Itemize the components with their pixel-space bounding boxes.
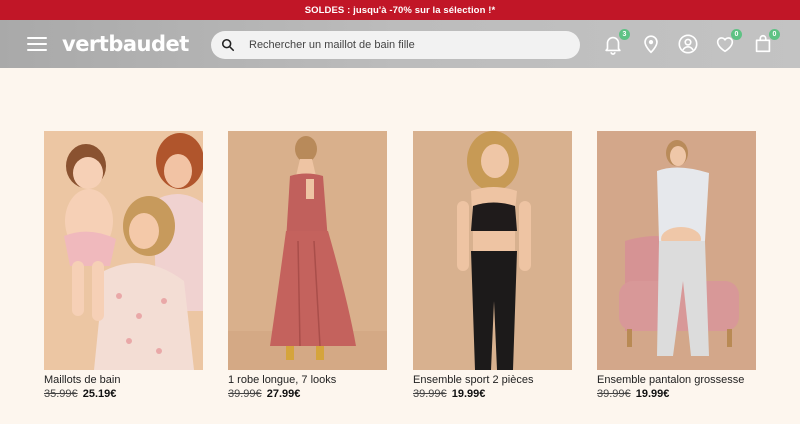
old-price: 35.99€ [44,388,78,400]
product-image[interactable] [44,131,203,370]
search-input[interactable] [249,39,549,51]
notifications-button[interactable]: 3 [602,29,630,55]
product-name[interactable]: Ensemble sport 2 pièces [413,374,572,386]
sale-price: 27.99€ [266,388,301,400]
cart-badge: 0 [769,29,780,40]
notifications-badge: 3 [619,29,630,40]
account-button[interactable] [677,33,699,55]
sale-price: 19.99€ [451,388,486,400]
product-image[interactable] [597,131,756,370]
product-image[interactable] [228,131,387,370]
product-price: 35.99€ 25.19€ [44,388,203,400]
product-price: 39.99€ 19.99€ [413,388,572,400]
old-price: 39.99€ [228,388,262,400]
product-price: 39.99€ 19.99€ [597,388,756,400]
sale-price: 25.19€ [82,388,117,400]
menu-icon[interactable] [27,37,47,51]
old-price: 39.99€ [413,388,447,400]
search-bar[interactable] [211,31,580,59]
store-locator-button[interactable] [640,33,662,55]
sale-price: 19.99€ [635,388,670,400]
user-icon [678,34,698,54]
old-price: 39.99€ [597,388,631,400]
product-image[interactable] [413,131,572,370]
product-card[interactable]: Ensemble pantalon grossesse 39.99€ 19.99… [597,131,756,400]
product-card[interactable]: Maillots de bain 35.99€ 25.19€ [44,131,203,400]
promo-banner[interactable]: SOLDES : jusqu'à -70% sur la sélection !… [0,0,800,20]
promo-text: SOLDES : jusqu'à -70% sur la sélection !… [304,4,496,16]
product-name[interactable]: Ensemble pantalon grossesse [597,374,756,386]
wishlist-button[interactable]: 0 [714,29,742,55]
location-pin-icon [644,35,658,54]
product-name[interactable]: Maillots de bain [44,374,203,386]
search-icon[interactable] [221,38,235,52]
product-name[interactable]: 1 robe longue, 7 looks [228,374,387,386]
site-header: vertbaudet 3 0 [0,20,800,68]
product-price: 39.99€ 27.99€ [228,388,387,400]
logo[interactable]: vertbaudet [62,32,189,56]
wishlist-badge: 0 [731,29,742,40]
product-card[interactable]: Ensemble sport 2 pièces 39.99€ 19.99€ [413,131,572,400]
product-card[interactable]: 1 robe longue, 7 looks 39.99€ 27.99€ [228,131,387,400]
cart-button[interactable]: 0 [752,29,780,55]
